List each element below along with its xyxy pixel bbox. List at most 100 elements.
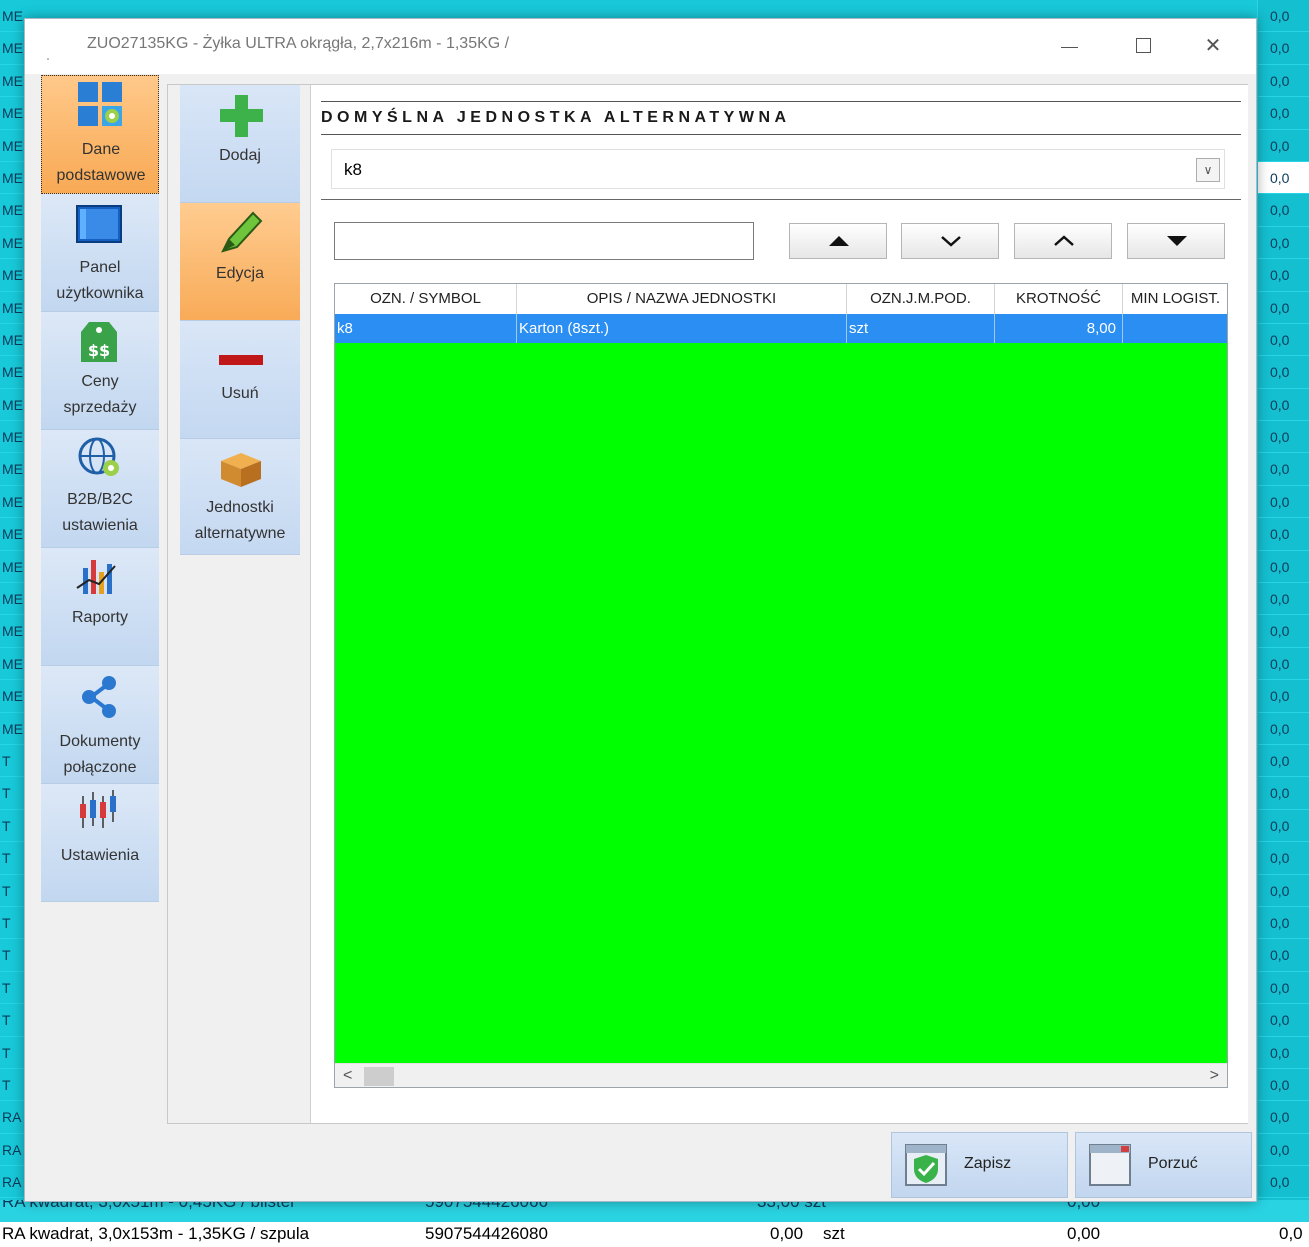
bg-last-unit: szt [823,1224,845,1243]
nav-item-ceny-sprzedazy[interactable]: $$ Ceny sprzedaży [41,312,159,430]
minus-icon [219,355,263,365]
move-up-button[interactable] [1014,223,1112,259]
discard-label: Porzuć [1148,1155,1198,1172]
nav-label-1: Raporty [71,609,129,626]
horizontal-scrollbar[interactable]: < > [335,1063,1227,1087]
background-row-value: 0,0 [1257,323,1309,357]
background-row-prefix: ME [0,97,24,130]
background-row-prefix: T [0,810,24,843]
nav-item-panel-uzytkownika[interactable]: Panel użytkownika [41,194,159,312]
units-table[interactable]: OZN. / SYMBOL OPIS / NAZWA JEDNOSTKI OZN… [334,283,1228,1088]
column-header[interactable]: OZN. / SYMBOL [335,284,517,314]
close-button[interactable]: ✕ [1193,31,1233,61]
candlestick-icon [80,790,116,828]
background-row-prefix: T [0,842,24,875]
edit-button[interactable]: Edycja [180,203,300,321]
background-row-prefix: ME [0,259,24,292]
default-unit-value: k8 [344,160,362,179]
background-row-prefix: ME [0,194,24,227]
app-icon [47,58,49,60]
background-row-value: 0,0 [1257,680,1309,713]
background-row-prefix: ME [0,551,24,584]
background-row-prefix: ME [0,615,24,648]
background-row-prefix: T [0,1069,24,1102]
nav-item-dane-podstawowe[interactable]: Dane podstawowe [41,75,159,194]
background-row-value: 0,0 [1257,388,1309,422]
background-row-prefix: ME [0,648,24,681]
nav-label-2: podstawowe [56,167,146,184]
column-header[interactable]: OZN.J.M.POD. [847,284,995,314]
table-row[interactable]: k8 Karton (8szt.) szt 8,00 [335,314,1227,343]
background-row-prefix: ME [0,65,24,98]
minimize-button[interactable] [1049,31,1089,61]
nav-item-b2b-b2c[interactable]: B2B/B2C ustawienia [41,430,159,548]
background-row-last: RA kwadrat, 3,0x153m - 1,35KG / szpula 5… [0,1222,1309,1247]
add-button[interactable]: Dodaj [180,85,300,203]
background-row-prefix: T [0,875,24,907]
background-row-prefix: T [0,777,24,810]
background-row-value: 0,0 [1257,291,1309,324]
nav-item-dokumenty-polaczone[interactable]: Dokumenty połączone [41,666,159,784]
left-nav: Dane podstawowe Panel użytkownika $$ Cen… [41,75,159,905]
table-cell: szt [847,314,995,343]
background-row-prefix: ME [0,32,24,65]
background-row-value: 0,0 [1257,874,1309,907]
discard-button[interactable]: Porzuć [1075,1132,1252,1198]
background-row-value: 0,0 [1257,161,1309,195]
background-row-prefix: T [0,745,24,778]
background-row-value: 0,0 [1257,939,1309,972]
save-button[interactable]: Zapisz [891,1132,1068,1198]
search-input[interactable] [334,222,754,260]
background-list-right: 0,0 0,0 0,0 0,0 0,0 0,0 0,0 0,0 0,0 0,0 0,0 0,0 0,0 0… [1257,0,1309,1247]
default-unit-select[interactable]: k8 ∨ [331,149,1225,189]
alt-units-label-2: alternatywne [194,525,286,542]
background-row-value: 0,0 [1257,1101,1309,1134]
background-row-value: 0,0 [1257,485,1309,519]
background-row-value: 0,0 [1257,777,1309,810]
nav-label-2: połączone [63,759,137,776]
box-icon [221,453,261,487]
nav-label-1: B2B/B2C [67,491,133,508]
background-row-prefix: ME [0,356,24,389]
section-title: DOMYŚLNA JEDNOSTKA ALTERNATYWNA [321,109,791,126]
background-row-prefix: ME [0,227,24,260]
move-down-button[interactable] [901,223,999,259]
background-row-value: 0,0 [1257,194,1309,227]
product-window: ZUO27135KG - Żyłka ULTRA okrągła, 2,7x21… [24,18,1257,1202]
background-row-value: 0,0 [1257,129,1309,162]
price-tag-icon: $$ [81,322,117,362]
nav-item-ustawienia[interactable]: Ustawienia [41,784,159,902]
background-row-value: 0,0 [1257,97,1309,130]
scroll-left-icon[interactable]: < [343,1067,352,1085]
background-row-prefix: ME [0,453,24,486]
delete-button[interactable]: Usuń [180,321,300,439]
background-row-value: 0,0 [1257,226,1309,260]
background-row-value: 0,0 [1257,1133,1309,1167]
background-row-prefix: ME [0,583,24,616]
bg-last-val2: 0,0 [1279,1224,1303,1243]
background-row-value: 0,0 [1257,518,1309,551]
column-header[interactable]: KROTNOŚĆ [995,284,1123,314]
move-first-button[interactable] [789,223,887,259]
plus-icon [220,95,263,137]
save-label: Zapisz [964,1155,1012,1172]
nav-label-1: Ceny [81,373,119,390]
title-bar[interactable]: ZUO27135KG - Żyłka ULTRA okrągła, 2,7x21… [25,19,1256,74]
background-row-value: 0,0 [1257,906,1309,940]
scroll-right-icon[interactable]: > [1210,1067,1219,1085]
move-last-button[interactable] [1127,223,1225,259]
scrollbar-thumb[interactable] [364,1067,394,1086]
column-header[interactable]: OPIS / NAZWA JEDNOSTKI [517,284,847,314]
table-cell: 8,00 [995,314,1123,343]
shield-check-icon [905,1144,947,1186]
background-row-value: 0,0 [1257,32,1309,65]
alternative-units-button[interactable]: Jednostki alternatywne [180,439,300,555]
bg-last-val: 0,00 [1067,1224,1101,1243]
background-row-prefix: T [0,1037,24,1069]
column-header[interactable]: MIN LOGIST. [1123,284,1227,314]
chevron-down-icon [941,236,961,247]
chevron-down-icon[interactable]: ∨ [1196,158,1220,182]
nav-item-raporty[interactable]: Raporty [41,548,159,666]
maximize-button[interactable] [1123,31,1163,61]
background-row-value: 0,0 [1257,0,1309,33]
